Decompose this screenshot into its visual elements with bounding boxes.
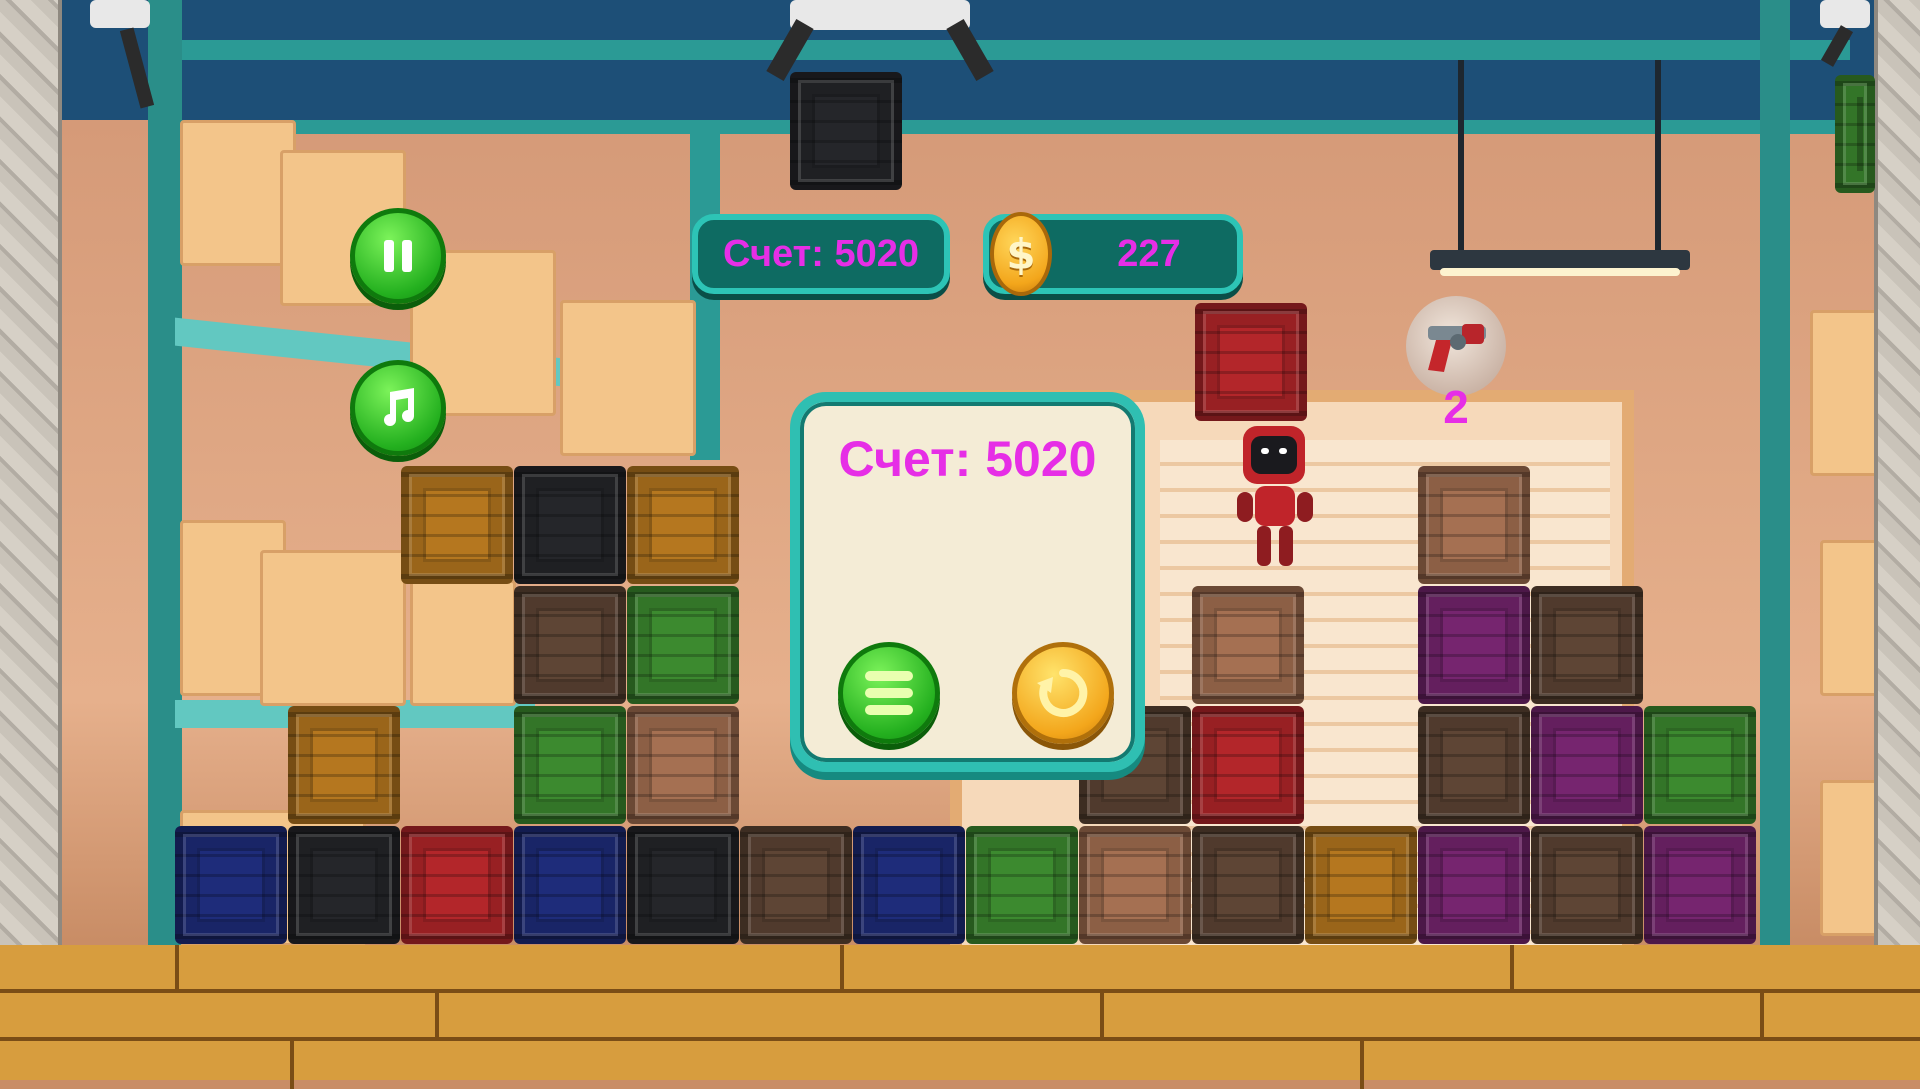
left-post: [0, 0, 62, 945]
floor-seam: [435, 993, 439, 1041]
crate: [514, 706, 626, 824]
crane-claw: [770, 0, 990, 80]
crate: [740, 826, 852, 944]
score-panel: Счет: 5020: [692, 214, 950, 294]
crate: [288, 706, 400, 824]
lamp-wire: [1655, 60, 1661, 250]
floor-seam: [175, 945, 179, 993]
cardboard-box: [560, 300, 696, 456]
wooden-floor: [0, 945, 1920, 1080]
crate: [1192, 706, 1304, 824]
crate-hanging: [790, 72, 902, 190]
support-column: [148, 0, 182, 945]
ceiling-beam: [150, 120, 1850, 134]
lamp-wire: [1458, 60, 1464, 250]
coin-symbol: $: [1006, 230, 1035, 279]
cardboard-box: [410, 580, 516, 706]
floor-seam: [1760, 993, 1764, 1041]
crate: [627, 586, 739, 704]
pause-button[interactable]: [350, 208, 446, 304]
floor-seam: [1360, 1041, 1364, 1089]
support-column: [1760, 0, 1790, 945]
score-dialog: Счет: 5020: [790, 392, 1145, 772]
crate: [514, 826, 626, 944]
crane-claw: [80, 0, 170, 110]
crate: [1418, 586, 1530, 704]
crate: [1644, 706, 1756, 824]
music-note-icon: [374, 384, 422, 432]
dialog-score-label: Счет: 5020: [800, 430, 1135, 488]
crate: [1305, 826, 1417, 944]
restart-button[interactable]: [1012, 642, 1114, 744]
crate: [627, 706, 739, 824]
right-post: [1874, 0, 1920, 945]
crate: [1531, 706, 1643, 824]
crate: [627, 466, 739, 584]
floor-seam: [1510, 945, 1514, 993]
menu-icon: [861, 667, 917, 719]
score-label: Счет: 5020: [698, 220, 944, 288]
pause-icon: [376, 234, 420, 278]
crate: [853, 826, 965, 944]
crate: [1644, 826, 1756, 944]
floor-seam: [1100, 993, 1104, 1041]
crate: [1418, 826, 1530, 944]
music-button[interactable]: [350, 360, 446, 456]
crate: [1418, 706, 1530, 824]
menu-button[interactable]: [838, 642, 940, 744]
coin-count: 227: [1069, 220, 1229, 288]
crate: [175, 826, 287, 944]
coin-icon: $: [990, 212, 1052, 296]
robot-player: [1235, 418, 1315, 578]
crate: [1079, 826, 1191, 944]
crate: [1195, 303, 1307, 421]
cardboard-box: [180, 120, 296, 266]
crate: [401, 466, 513, 584]
weapon-ammo: 2: [1436, 380, 1476, 434]
crate: [1192, 586, 1304, 704]
crate: [401, 826, 513, 944]
crate: [1531, 586, 1643, 704]
ceiling-beam: [150, 40, 1850, 60]
ceiling-lamp: [1430, 250, 1690, 270]
crate: [1531, 826, 1643, 944]
crate: [627, 826, 739, 944]
crane-claw: [1820, 0, 1880, 70]
floor-seam: [290, 1041, 294, 1089]
crate: [514, 466, 626, 584]
crate: [1192, 826, 1304, 944]
floor-seam: [840, 945, 844, 993]
crate: [288, 826, 400, 944]
crate: [1418, 466, 1530, 584]
crate: [1835, 75, 1875, 193]
cardboard-box: [260, 550, 406, 706]
restart-icon: [1033, 663, 1093, 723]
crate: [966, 826, 1078, 944]
crate: [514, 586, 626, 704]
